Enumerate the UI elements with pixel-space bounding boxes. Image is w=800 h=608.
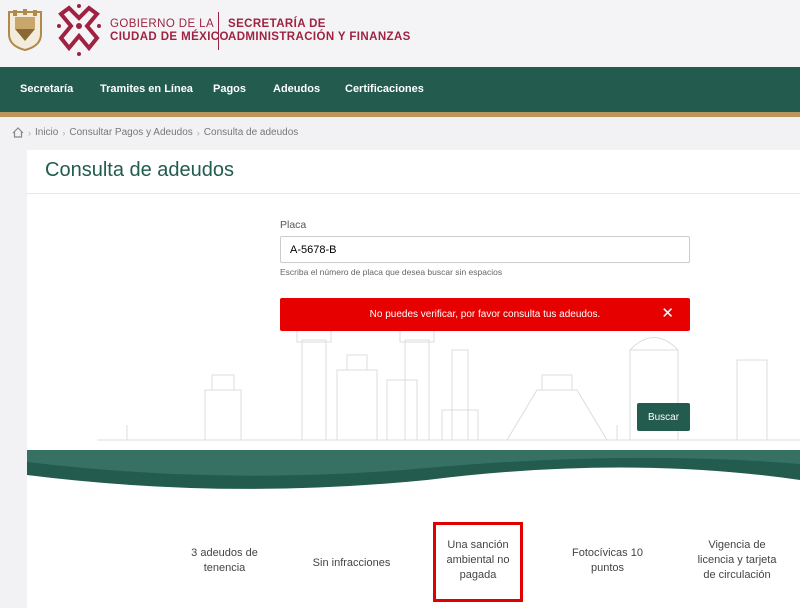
- nav-item-tramites[interactable]: Tramites en Línea: [100, 83, 193, 95]
- nav-item-pagos[interactable]: Pagos: [213, 83, 246, 95]
- close-icon[interactable]: ✕: [661, 305, 674, 323]
- top-header: GOBIERNO DE LA CIUDAD DE MÉXICO SECRETAR…: [0, 0, 800, 67]
- gobierno-label: GOBIERNO DE LA CIUDAD DE MÉXICO: [110, 18, 229, 44]
- breadcrumb-separator-icon: ›: [62, 127, 66, 138]
- gobierno-cdmx-logo-icon: [57, 4, 101, 56]
- cdmx-shield-icon: [8, 9, 42, 52]
- stat-vigencia-line1: Vigencia de: [708, 539, 766, 551]
- stat-infracciones: Sin infracciones: [312, 557, 391, 569]
- gobierno-line2: CIUDAD DE MÉXICO: [110, 31, 229, 43]
- breadcrumb-separator-icon: ›: [28, 127, 31, 138]
- breadcrumb-separator-icon: ›: [196, 127, 200, 138]
- stat-vigencia-line2: licencia y tarjeta: [697, 554, 777, 566]
- breadcrumb: › Inicio › Consultar Pagos y Adeudos › C…: [12, 127, 298, 138]
- breadcrumb-inicio[interactable]: Inicio: [35, 127, 58, 138]
- stat-fotocivicas-line2: puntos: [590, 562, 625, 574]
- placa-label: Placa: [280, 219, 307, 231]
- stat-fotocivicas-line1: Fotocívicas 10: [572, 547, 643, 559]
- buscar-button[interactable]: Buscar: [637, 403, 690, 431]
- secretaria-line2: ADMINISTRACIÓN Y FINANZAS: [228, 31, 411, 43]
- header-divider: [218, 12, 219, 50]
- secretaria-line1: SECRETARÍA DE: [228, 18, 326, 30]
- gobierno-line1: GOBIERNO DE LA: [110, 18, 215, 30]
- nav-item-secretaria[interactable]: Secretaría: [20, 83, 73, 95]
- secretaria-label: SECRETARÍA DE ADMINISTRACIÓN Y FINANZAS: [228, 18, 411, 44]
- stat-sancion-line2: ambiental no: [446, 554, 510, 566]
- green-wave-divider: [27, 450, 800, 500]
- stat-tenencia: 3 adeudos de tenencia: [177, 546, 272, 576]
- nav-gold-stripe: [0, 112, 800, 117]
- error-alert: No puedes verificar, por favor consulta …: [280, 298, 690, 331]
- title-divider: [27, 193, 800, 194]
- placa-help-text: Escriba el número de placa que desea bus…: [280, 267, 503, 277]
- stat-sancion-line1: Una sanción: [447, 539, 509, 551]
- breadcrumb-consultar-pagos[interactable]: Consultar Pagos y Adeudos: [69, 127, 192, 138]
- stat-tenencia-line1: 3 adeudos de: [191, 547, 258, 559]
- stat-sancion: Una sanción ambiental no pagada: [433, 538, 523, 583]
- consulta-card: Consulta de adeudos Placa Escriba el: [27, 150, 800, 608]
- stat-vigencia: Vigencia de licencia y tarjeta de circul…: [682, 538, 792, 583]
- status-summary: 3 adeudos de tenencia Sin infracciones U…: [27, 510, 800, 608]
- home-icon[interactable]: [12, 127, 24, 138]
- nav-item-adeudos[interactable]: Adeudos: [273, 83, 320, 95]
- stat-fotocivicas: Fotocívicas 10 puntos: [555, 546, 660, 576]
- stat-tenencia-line2: tenencia: [203, 562, 246, 574]
- alert-message: No puedes verificar, por favor consulta …: [369, 309, 601, 320]
- breadcrumb-current: Consulta de adeudos: [203, 127, 299, 138]
- city-skyline-illustration: [97, 330, 800, 441]
- nav-item-certificaciones[interactable]: Certificaciones: [345, 83, 424, 95]
- main-nav: Secretaría Tramites en Línea Pagos Adeud…: [0, 67, 800, 112]
- placa-input[interactable]: [280, 236, 690, 263]
- stat-vigencia-line3: de circulación: [703, 569, 771, 581]
- stat-sancion-line3: pagada: [459, 569, 497, 581]
- page-title: Consulta de adeudos: [45, 159, 235, 181]
